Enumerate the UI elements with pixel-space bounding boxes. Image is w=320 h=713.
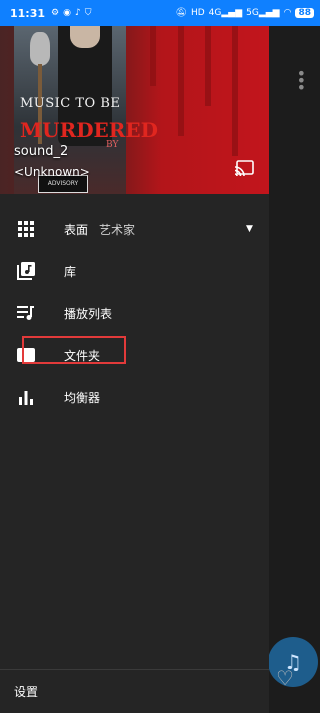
cover-streak [150,26,156,86]
battery-badge: 88 [295,8,314,18]
settings-item[interactable]: 设置 [14,683,38,700]
cover-face [70,26,100,48]
menu-item-label: 播放列表 [64,306,113,321]
now-playing-title: sound_2 [14,144,69,159]
now-playing-artist: <Unknown> [14,165,90,179]
drawer-divider [0,669,269,670]
menu-item-label: 表面 [64,222,89,237]
tiktok-icon: ♪ [74,8,81,18]
menu-item-library[interactable]: 库 [0,250,269,292]
equalizer-icon [17,388,35,406]
wifi-icon: ◠ [283,8,292,18]
status-time: 11:31 [10,6,46,20]
status-bar: 11:31 ⚙ ◉ ♪ ⛉ 🔕︎ HD 4G▂▄▆ 5G▂▄▆ ◠ 88 [0,0,320,26]
cover-title-line2: MURDERED [20,118,158,142]
settings-icon: ⚙ [51,8,60,18]
dropdown-arrow-icon[interactable]: ▼ [246,224,253,234]
signal-4g-icon: 4G▂▄▆ [208,8,243,18]
signal-5g-icon: 5G▂▄▆ [246,8,280,18]
highlight-box [22,336,126,364]
more-options-icon[interactable]: • • • [297,66,306,96]
cover-title-line3: BY [106,140,119,150]
playlist-icon [17,304,35,322]
vpn-icon: ◉ [63,8,71,18]
surface-selected-value[interactable]: 艺术家 [99,221,135,238]
cover-streak [205,26,211,106]
cover-streak [178,26,184,136]
cast-icon[interactable] [234,160,254,176]
album-cover[interactable]: MUSIC TO BE MURDERED BY ADVISORY sound_2… [0,26,269,194]
heart-icon[interactable]: ♡ [276,666,294,690]
library-icon [17,262,35,280]
mute-icon: 🔕︎ [175,8,187,18]
hd-icon: HD [190,8,205,18]
menu-item-label: 均衡器 [64,390,101,405]
navigation-drawer: MUSIC TO BE MURDERED BY ADVISORY sound_2… [0,26,269,713]
shield-icon: ⛉ [84,8,92,18]
grid-icon [17,220,35,238]
menu-item-surface[interactable]: 表面 艺术家 ▼ [0,208,269,250]
cover-shovel [30,32,50,66]
menu-item-equalizer[interactable]: 均衡器 [0,376,269,418]
menu-item-playlist[interactable]: 播放列表 [0,292,269,334]
menu-item-label: 库 [64,264,77,279]
cover-streak [232,26,238,156]
drawer-menu: 表面 艺术家 ▼ 库 播放列表 文件夹 均衡器 [0,208,269,418]
cover-title-line1: MUSIC TO BE [20,96,121,111]
